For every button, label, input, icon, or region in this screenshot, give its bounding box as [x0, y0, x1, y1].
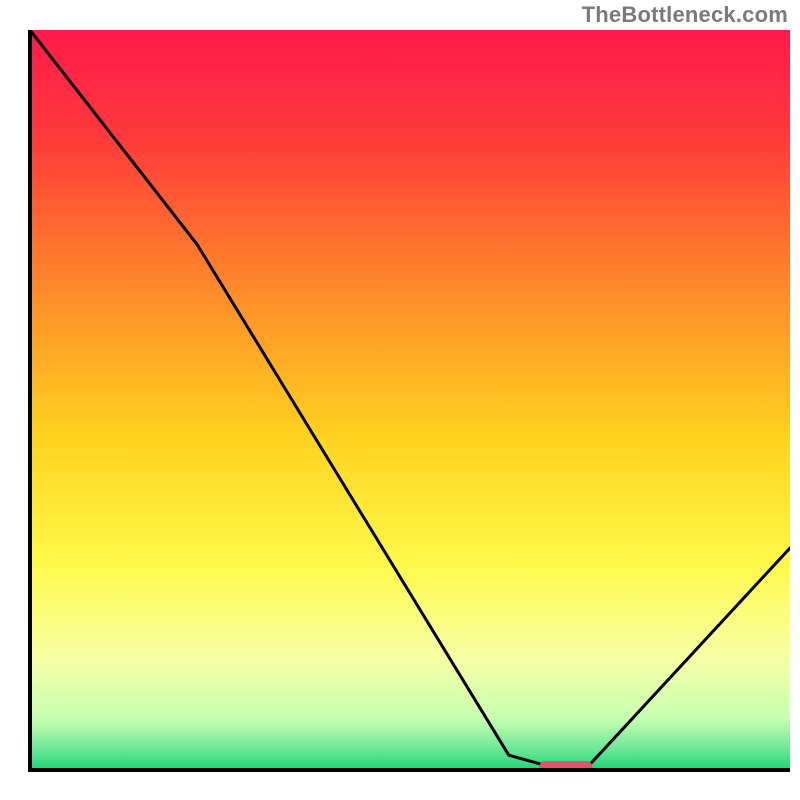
gradient-background	[30, 30, 790, 770]
bottleneck-chart	[0, 0, 800, 800]
optimal-marker	[539, 761, 592, 774]
chart-container: TheBottleneck.com	[0, 0, 800, 800]
watermark-text: TheBottleneck.com	[582, 2, 788, 28]
